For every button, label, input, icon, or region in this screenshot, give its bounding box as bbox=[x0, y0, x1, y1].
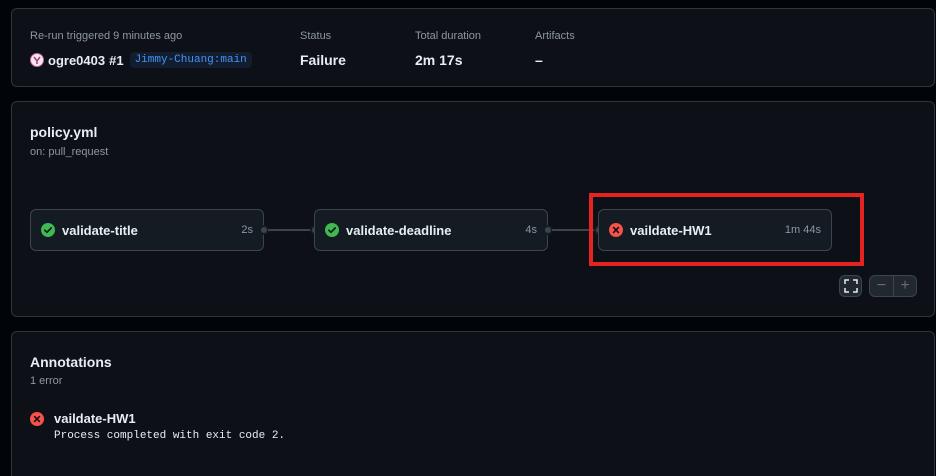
connector-line bbox=[268, 229, 312, 231]
annotation-item[interactable]: vaildate-HW1 Process completed with exit… bbox=[30, 411, 285, 442]
annotations-title: Annotations bbox=[30, 354, 112, 370]
annotation-job-name[interactable]: vaildate-HW1 bbox=[54, 411, 285, 427]
x-circle-icon bbox=[30, 412, 44, 426]
workflow-graph-card: policy.yml on: pull_request validate-tit… bbox=[11, 101, 935, 317]
run-summary-card: Re-run triggered 9 minutes ago ogre0403 … bbox=[11, 8, 935, 87]
check-circle-icon bbox=[41, 223, 55, 237]
job-duration: 4s bbox=[525, 224, 537, 236]
zoom-out-button[interactable]: − bbox=[870, 276, 893, 296]
actor-link[interactable]: ogre0403 bbox=[48, 53, 105, 68]
trigger-label: Re-run triggered 9 minutes ago bbox=[30, 30, 183, 42]
trigger-info: Re-run triggered 9 minutes ago ogre0403 … bbox=[30, 29, 252, 70]
duration-column: Total duration 2m 17s bbox=[415, 29, 481, 69]
fullscreen-button[interactable] bbox=[839, 275, 862, 297]
annotation-message: Process completed with exit code 2. bbox=[54, 430, 286, 442]
annotations-card: Annotations 1 error vaildate-HW1 Process… bbox=[11, 331, 935, 476]
job-name: validate-deadline bbox=[346, 222, 452, 238]
workflow-trigger: on: pull_request bbox=[30, 146, 109, 158]
artifacts-label: Artifacts bbox=[535, 30, 575, 42]
status-column: Status Failure bbox=[300, 29, 346, 69]
job-duration: 2s bbox=[241, 224, 253, 236]
avatar-icon bbox=[33, 56, 41, 64]
run-number: #1 bbox=[109, 52, 124, 68]
branch-badge[interactable]: Jimmy-Chuang:main bbox=[129, 52, 252, 68]
highlight-box bbox=[589, 193, 864, 266]
duration-label: Total duration bbox=[415, 30, 482, 42]
check-circle-icon bbox=[325, 223, 339, 237]
duration-value: 2m 17s bbox=[415, 52, 463, 68]
status-label: Status bbox=[300, 30, 332, 42]
job-validate-deadline[interactable]: validate-deadline 4s bbox=[314, 209, 548, 251]
job-validate-title[interactable]: validate-title 2s bbox=[30, 209, 264, 251]
status-value: Failure bbox=[300, 52, 346, 68]
artifacts-value: – bbox=[535, 52, 543, 68]
fullscreen-icon bbox=[843, 279, 858, 293]
workflow-name[interactable]: policy.yml bbox=[30, 124, 97, 140]
artifacts-column: Artifacts – bbox=[535, 29, 575, 69]
job-name: validate-title bbox=[62, 222, 138, 238]
actor-avatar[interactable] bbox=[30, 53, 44, 67]
zoom-controls: − + bbox=[869, 275, 917, 297]
annotations-count: 1 error bbox=[30, 375, 63, 387]
zoom-in-button[interactable]: + bbox=[892, 276, 916, 296]
